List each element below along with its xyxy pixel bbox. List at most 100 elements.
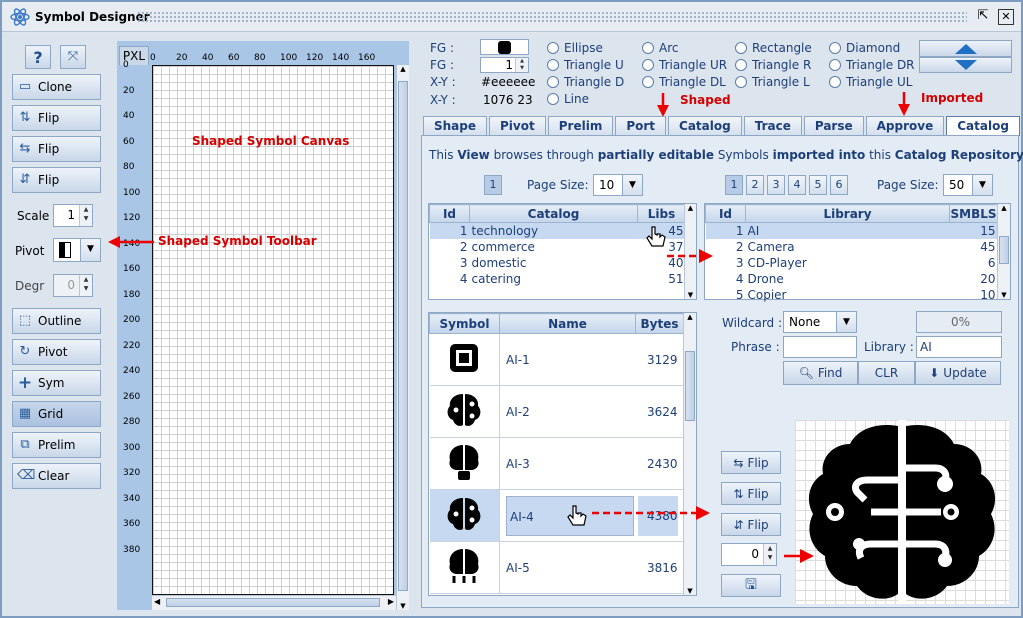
pivot-button[interactable]: ↻ Pivot (12, 339, 101, 365)
wildcard-select[interactable]: None ▼ (783, 311, 857, 333)
move-down-button[interactable] (919, 57, 1012, 73)
flip-horizontal-button[interactable]: ⇆ Flip (12, 136, 101, 162)
flip-vertical-button[interactable]: ⇅ Flip (12, 105, 101, 131)
clear-button[interactable]: ⌫ Clear (12, 463, 101, 489)
phrase-input[interactable] (783, 336, 857, 358)
preview-flip-horizontal[interactable]: ⇆ Flip (721, 451, 781, 474)
table-row[interactable]: 4 Drone 20 (706, 271, 998, 287)
library-input[interactable]: AI (916, 336, 1002, 358)
scale-spinner[interactable]: 1 ▲ ▼ (53, 204, 93, 227)
tab-prelim[interactable]: Prelim (547, 116, 614, 136)
symbol-row[interactable]: AI-5 3816 (429, 541, 684, 594)
col-libs[interactable]: Libs (637, 204, 686, 223)
col-name[interactable]: Name (499, 313, 636, 334)
radio-triangle-l[interactable]: Triangle L (735, 75, 810, 89)
search-icon: 🔍︎ (798, 366, 814, 380)
clone-button[interactable]: ▭ Clone (12, 74, 101, 100)
symbol-vscroll[interactable]: ▲ ▼ (683, 313, 696, 595)
library-page-4[interactable]: 4 (788, 175, 806, 195)
symbol-row[interactable]: AI-2 3624 (429, 385, 684, 438)
prelim-button[interactable]: ⧉ Prelim (12, 432, 101, 458)
stroke-spinner[interactable]: 1 ▲ ▼ (480, 57, 529, 73)
rotate-spinner[interactable]: 0 ▲ ▼ (721, 543, 777, 566)
col-library[interactable]: Library (745, 204, 950, 223)
tab-catalog-imported[interactable]: Catalog (946, 116, 1020, 136)
table-row[interactable]: 2 Camera 45 (706, 239, 998, 255)
library-page-5[interactable]: 5 (809, 175, 827, 195)
preview-flip-vertical[interactable]: ⇅ Flip (721, 482, 781, 505)
library-page-1[interactable]: 1 (725, 175, 743, 195)
tab-shape[interactable]: Shape (423, 116, 488, 136)
library-vscroll[interactable]: ▲ ▼ (997, 204, 1010, 299)
sym-button[interactable]: + Sym (12, 370, 101, 396)
catalog-page-size-select[interactable]: 10 ▼ (593, 174, 643, 196)
update-button[interactable]: ⬇ Update (915, 361, 1001, 385)
spinner-arrows-icon[interactable]: ▲ ▼ (763, 544, 776, 565)
find-button[interactable]: 🔍︎ Find (783, 361, 858, 385)
scroll-thumb[interactable] (166, 598, 380, 607)
fit-button[interactable]: ⤧ (60, 45, 86, 69)
preview-flip-rotate[interactable]: ⇵ Flip (721, 513, 781, 536)
save-button[interactable]: 🖫︎ (721, 574, 781, 597)
canvas-hscroll[interactable]: ◀ ▶ (152, 595, 396, 610)
move-up-button[interactable] (919, 40, 1012, 57)
radio-arc[interactable]: Arc (642, 41, 678, 55)
col-symbol[interactable]: Symbol (429, 313, 500, 334)
tab-port[interactable]: Port (615, 116, 667, 136)
table-row[interactable]: 1 AI 15 (705, 222, 998, 239)
spinner-arrows-icon[interactable]: ▲ ▼ (79, 275, 92, 296)
grid-button[interactable]: ▦ Grid (12, 401, 101, 427)
col-catalog[interactable]: Catalog (469, 204, 638, 223)
fg-color-swatch[interactable] (480, 39, 529, 55)
spinner-arrows-icon[interactable]: ▲ ▼ (79, 205, 92, 226)
tab-trace[interactable]: Trace (743, 116, 802, 136)
table-row[interactable]: 4 catering 51 (430, 271, 686, 287)
ruler-tick: 280 (123, 417, 141, 427)
table-row[interactable]: 3 domestic 40 (430, 255, 686, 271)
col-id[interactable]: Id (429, 204, 470, 223)
col-id[interactable]: Id (705, 204, 746, 223)
restore-icon[interactable]: ⇱ (975, 9, 991, 25)
tab-catalog-shaped[interactable]: Catalog (668, 116, 742, 136)
radio-ellipse[interactable]: Ellipse (547, 41, 603, 55)
radio-triangle-ul[interactable]: Triangle UL (829, 75, 912, 89)
scroll-left-icon[interactable]: ◀ (154, 597, 160, 606)
plus-icon: + (17, 373, 33, 393)
col-bytes[interactable]: Bytes (635, 313, 684, 334)
flip-rotate-button[interactable]: ⇵ Flip (12, 167, 101, 193)
col-smbls[interactable]: SMBLS (949, 204, 998, 223)
clr-button[interactable]: CLR (858, 361, 915, 385)
library-page-size-select[interactable]: 50 ▼ (943, 174, 993, 196)
scroll-down-icon[interactable]: ▼ (397, 602, 409, 610)
library-page-3[interactable]: 3 (767, 175, 785, 195)
spinner-arrows-icon[interactable]: ▲ ▼ (515, 58, 528, 72)
table-row[interactable]: 3 CD-Player 6 (706, 255, 998, 271)
canvas-vscroll[interactable]: ▲ ▼ (396, 65, 409, 610)
pivot-select[interactable]: ▼ (53, 238, 101, 262)
radio-triangle-r[interactable]: Triangle R (735, 58, 811, 72)
tab-approve[interactable]: Approve (865, 116, 945, 136)
radio-triangle-dl[interactable]: Triangle DL (642, 75, 726, 89)
library-page-2[interactable]: 2 (746, 175, 764, 195)
outline-button[interactable]: ⬚ Outline (12, 308, 101, 334)
scroll-right-icon[interactable]: ▶ (388, 597, 394, 606)
radio-triangle-dr[interactable]: Triangle DR (829, 58, 915, 72)
close-icon[interactable]: ✕ (998, 9, 1014, 25)
tab-parse[interactable]: Parse (803, 116, 864, 136)
scroll-up-icon[interactable]: ▲ (397, 65, 409, 73)
symbol-row[interactable]: AI-3 2430 (429, 437, 684, 490)
radio-rectangle[interactable]: Rectangle (735, 41, 812, 55)
radio-triangle-ur[interactable]: Triangle UR (642, 58, 727, 72)
tab-pivot[interactable]: Pivot (489, 116, 546, 136)
table-row[interactable]: 5 Copier 10 (706, 287, 998, 303)
radio-triangle-d[interactable]: Triangle D (547, 75, 624, 89)
library-page-6[interactable]: 6 (830, 175, 848, 195)
radio-triangle-u[interactable]: Triangle U (547, 58, 624, 72)
degr-spinner[interactable]: 0 ▲ ▼ (53, 274, 93, 297)
symbol-row[interactable]: AI-1 3129 (429, 333, 684, 386)
help-button[interactable]: ? (25, 45, 51, 69)
scroll-thumb[interactable] (398, 81, 408, 591)
catalog-page-1[interactable]: 1 (484, 175, 502, 195)
radio-diamond[interactable]: Diamond (829, 41, 900, 55)
radio-line[interactable]: Line (547, 92, 589, 106)
